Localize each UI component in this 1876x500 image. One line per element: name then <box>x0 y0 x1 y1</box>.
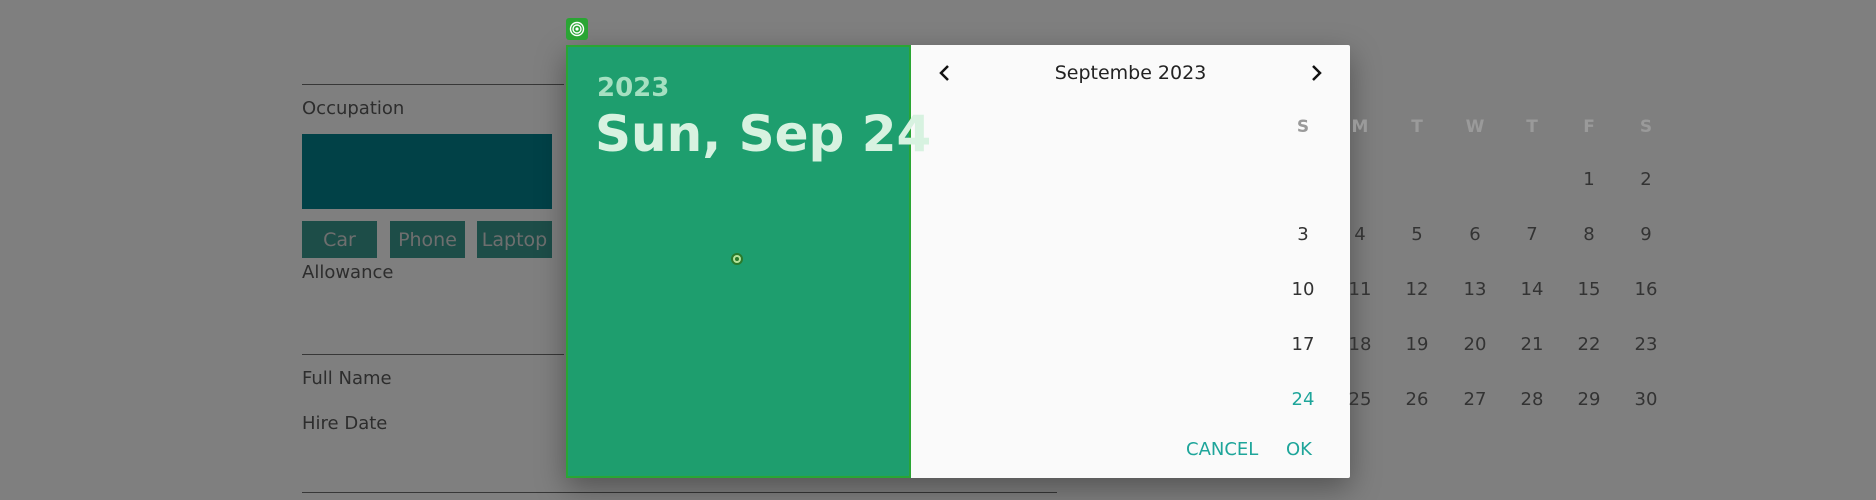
calendar-day[interactable]: 8 <box>1569 217 1609 253</box>
header-year[interactable]: 2023 <box>597 73 669 103</box>
calendar-day[interactable]: 23 <box>1626 327 1666 363</box>
next-month-button[interactable] <box>1298 57 1334 93</box>
calendar-day[interactable]: 11 <box>1340 272 1380 308</box>
date-picker-dialog: 2023 Sun, Sep 24 Septembe 2023 S M T W T F S 1… <box>566 45 1657 478</box>
calendar-day[interactable]: 9 <box>1626 217 1666 253</box>
calendar-day[interactable]: 30 <box>1626 382 1666 418</box>
calendar-day[interactable]: 29 <box>1569 382 1609 418</box>
calendar-day[interactable]: 24 <box>1283 382 1323 418</box>
calendar-day[interactable]: 10 <box>1283 272 1323 308</box>
target-icon <box>566 18 588 40</box>
calendar-day[interactable]: 27 <box>1455 382 1495 418</box>
calendar-day[interactable]: 17 <box>1283 327 1323 363</box>
calendar-day[interactable]: 18 <box>1340 327 1380 363</box>
month-navigation: Septembe 2023 <box>911 45 1350 105</box>
calendar-day[interactable]: 19 <box>1397 327 1437 363</box>
calendar-day[interactable]: 12 <box>1397 272 1437 308</box>
calendar-day[interactable]: 15 <box>1569 272 1609 308</box>
cursor-marker-icon <box>731 253 743 265</box>
calendar-day[interactable]: 2 <box>1626 162 1666 198</box>
calendar: Septembe 2023 SMTWTFS 1 2 3 4 5 6 7 8 9 10 11 12 13 1… <box>911 45 1657 478</box>
calendar-day[interactable]: 28 <box>1512 382 1552 418</box>
weekday-label: T <box>1526 117 1538 137</box>
calendar-day[interactable]: 20 <box>1455 327 1495 363</box>
weekday-label: F <box>1583 117 1595 137</box>
weekday-label: W <box>1465 117 1485 137</box>
calendar-day[interactable]: 14 <box>1512 272 1552 308</box>
calendar-day[interactable]: 26 <box>1397 382 1437 418</box>
weekday-label: S <box>1296 117 1310 137</box>
calendar-day[interactable]: 4 <box>1340 217 1380 253</box>
cancel-button[interactable]: CANCEL <box>1186 439 1258 460</box>
weekday-label: M <box>1351 117 1369 137</box>
header-selected-date: Sun, Sep 24 <box>595 105 932 163</box>
calendar-day[interactable]: 6 <box>1455 217 1495 253</box>
calendar-day[interactable]: 3 <box>1283 217 1323 253</box>
chevron-right-icon <box>1309 64 1323 86</box>
weekday-label: T <box>1411 117 1423 137</box>
calendar-day[interactable]: 13 <box>1455 272 1495 308</box>
calendar-day[interactable]: 22 <box>1569 327 1609 363</box>
calendar-day[interactable]: 25 <box>1340 382 1380 418</box>
ok-button[interactable]: OK <box>1286 439 1312 460</box>
month-year-label: Septembe 2023 <box>1054 62 1207 84</box>
weekday-label: S <box>1639 117 1653 137</box>
calendar-day[interactable]: 21 <box>1512 327 1552 363</box>
calendar-day[interactable]: 16 <box>1626 272 1666 308</box>
calendar-day[interactable]: 1 <box>1569 162 1609 198</box>
calendar-day[interactable]: 7 <box>1512 217 1552 253</box>
calendar-day[interactable]: 5 <box>1397 217 1437 253</box>
